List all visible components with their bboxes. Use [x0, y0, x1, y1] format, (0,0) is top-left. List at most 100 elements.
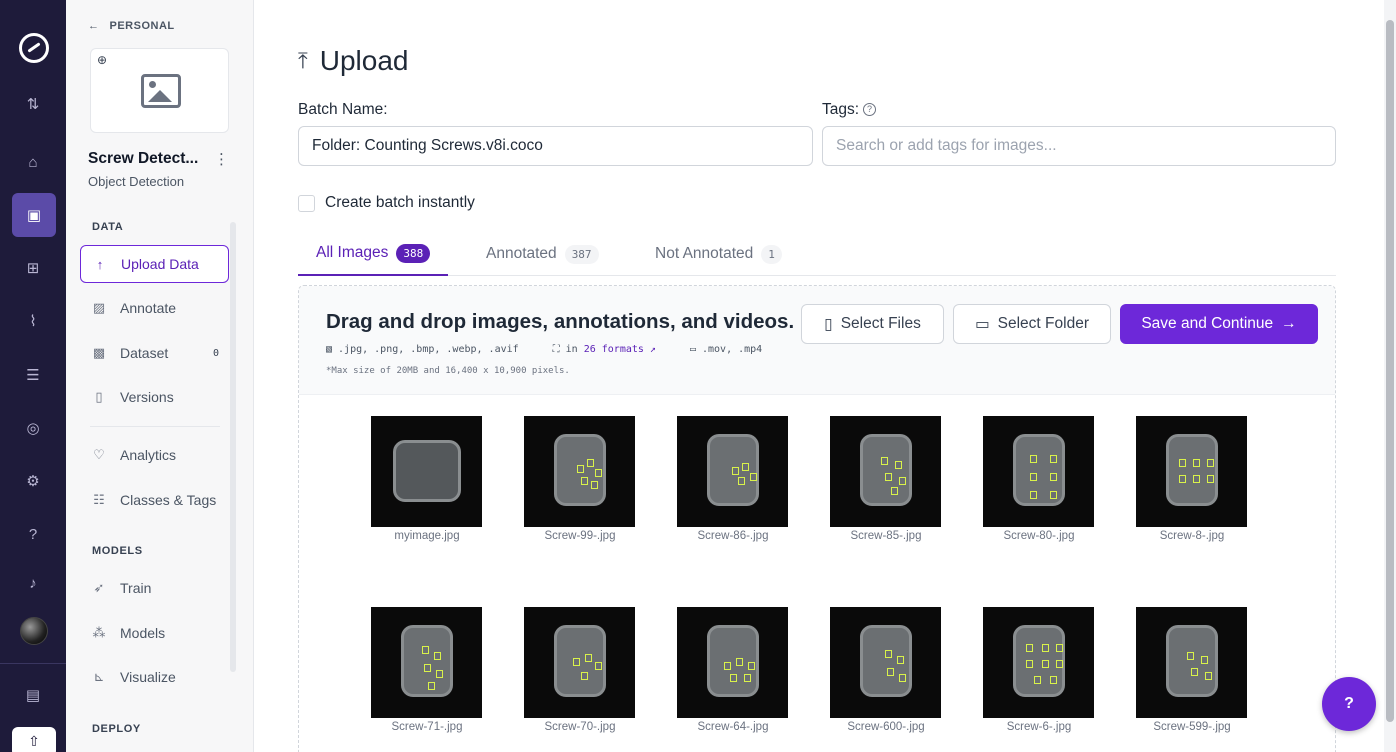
bounding-box-icon: ⛶ — [552, 344, 560, 355]
annotation-box — [1042, 660, 1049, 668]
drop-zone-title: Drag and drop images, annotations, and v… — [326, 310, 795, 333]
sidebar-item-annotate[interactable]: ▨ Annotate — [80, 289, 229, 327]
page-scrollbar-thumb[interactable] — [1386, 20, 1394, 722]
sidebar-item-analytics[interactable]: ♡ Analytics — [80, 436, 229, 474]
select-files-button[interactable]: ▯ Select Files — [801, 304, 944, 344]
home-icon[interactable]: ⌂ — [0, 142, 66, 182]
annotation-box — [595, 469, 602, 477]
batch-name-input[interactable]: Folder: Counting Screws.v8i.coco — [298, 126, 813, 166]
image-thumbnail[interactable] — [1136, 416, 1247, 527]
sidebar-item-dataset[interactable]: ▩ Dataset 0 — [80, 334, 229, 372]
tags-label: Tags: — [822, 101, 860, 118]
annotation-box — [1026, 660, 1033, 668]
roboflow-logo[interactable] — [19, 33, 49, 63]
tray-shape — [860, 434, 912, 506]
sidebar-item-versions[interactable]: ▯ Versions — [80, 378, 229, 416]
project-menu-icon[interactable]: ⋮ — [214, 150, 229, 168]
tab-not-annotated[interactable]: Not Annotated 1 — [637, 232, 800, 276]
tray-shape — [707, 434, 759, 506]
tags-input[interactable]: Search or add tags for images... — [822, 126, 1336, 166]
image-thumbnail[interactable] — [983, 607, 1094, 718]
image-thumbnail[interactable] — [1136, 607, 1247, 718]
external-link-icon[interactable]: ↗ — [650, 344, 656, 355]
supported-formats: ▧ .jpg, .png, .bmp, .webp, .avif ⛶ in 26… — [326, 344, 762, 355]
image-thumbnail[interactable] — [371, 607, 482, 718]
annotation-box — [1030, 491, 1037, 499]
annotation-box — [732, 467, 739, 475]
sidebar-item-train[interactable]: ➶ Train — [80, 569, 229, 607]
drop-zone[interactable]: Drag and drop images, annotations, and v… — [298, 285, 1336, 752]
avatar[interactable] — [20, 617, 48, 645]
image-thumbnail[interactable] — [830, 607, 941, 718]
annotation-box — [573, 658, 580, 666]
annotation-box — [750, 473, 757, 481]
annotation-box — [1056, 660, 1063, 668]
image-filename: Screw-599-.jpg — [1153, 721, 1231, 733]
image-thumbnail[interactable] — [524, 607, 635, 718]
analytics-icon[interactable]: ⌇ — [0, 301, 66, 341]
annotation-box — [1193, 459, 1200, 467]
create-batch-label: Create batch instantly — [325, 194, 475, 211]
models-icon: ⁂ — [92, 625, 106, 640]
help-icon[interactable]: ? — [863, 103, 877, 117]
checkbox-box[interactable] — [298, 194, 315, 212]
back-link[interactable]: ← PERSONAL — [88, 20, 175, 32]
dataset-icon: ▩ — [92, 345, 106, 360]
tab-count-badge: 1 — [761, 244, 782, 264]
annotation-box — [428, 682, 435, 690]
page-scrollbar[interactable] — [1384, 0, 1396, 752]
image-thumbnail[interactable] — [983, 416, 1094, 527]
tray-shape — [401, 625, 453, 697]
app-rail: ⇅ ⌂ ▣ ⊞ ⌇ ☰ ◎ ⚙ ? ♪ ▤ ⇧ — [0, 0, 66, 752]
formats-link[interactable]: 26 formats — [584, 344, 644, 355]
sidebar-item-upload-data[interactable]: ↑ Upload Data — [80, 245, 229, 283]
sidebar-item-label: Versions — [120, 389, 174, 405]
deployments-icon[interactable]: ☰ — [0, 355, 66, 395]
sidebar-item-label: Classes & Tags — [120, 492, 217, 508]
docs-icon[interactable]: ▤ — [0, 675, 66, 715]
sidebar-divider — [90, 426, 220, 427]
upload-shortcut-icon[interactable]: ⇧ — [12, 727, 56, 752]
sidebar-item-label: Analytics — [120, 447, 177, 463]
settings-icon[interactable]: ⚙ — [0, 461, 66, 501]
save-continue-button[interactable]: Save and Continue → — [1120, 304, 1318, 344]
switch-icon[interactable]: ⇅ — [0, 84, 66, 124]
select-files-label: Select Files — [840, 315, 921, 332]
image-placeholder-icon — [141, 74, 181, 108]
sidebar-item-visualize[interactable]: ⊾ Visualize — [80, 658, 229, 696]
help-chat-button[interactable]: ? — [1322, 677, 1376, 731]
annotation-box — [1050, 455, 1057, 463]
sidebar-item-label: Train — [120, 580, 152, 596]
tab-all-images[interactable]: All Images 388 — [298, 232, 449, 276]
sidebar-scrollbar[interactable] — [230, 222, 236, 672]
image-thumbnail[interactable] — [371, 416, 482, 527]
annotation-box — [895, 461, 902, 469]
tray-shape — [860, 625, 912, 697]
annotation-box — [1205, 672, 1212, 680]
annotation-box — [887, 668, 894, 676]
help-icon[interactable]: ? — [0, 514, 66, 554]
tab-annotated[interactable]: Annotated 387 — [468, 232, 617, 276]
annotation-box — [748, 662, 755, 670]
image-thumbnail[interactable] — [524, 416, 635, 527]
project-thumbnail[interactable]: ⊕ — [90, 48, 229, 133]
universe-icon[interactable]: ◎ — [0, 408, 66, 448]
tray-shape — [1166, 625, 1218, 697]
image-thumbnail[interactable] — [830, 416, 941, 527]
sidebar-item-models[interactable]: ⁂ Models — [80, 614, 229, 652]
annotation-box — [1030, 455, 1037, 463]
image-thumbnail[interactable] — [677, 416, 788, 527]
workflows-icon[interactable]: ⊞ — [0, 248, 66, 288]
create-batch-checkbox[interactable]: Create batch instantly — [298, 194, 475, 212]
upload-data-icon[interactable]: ▣ — [12, 193, 56, 237]
sidebar-item-classes-tags[interactable]: ☷ Classes & Tags — [80, 481, 229, 519]
image-thumbnail[interactable] — [677, 607, 788, 718]
annotation-box — [724, 662, 731, 670]
notifications-icon[interactable]: ♪ — [0, 563, 66, 603]
select-folder-button[interactable]: ▭ Select Folder — [953, 304, 1111, 344]
annotation-box — [897, 656, 904, 664]
back-label: PERSONAL — [109, 20, 175, 32]
drop-zone-header: Drag and drop images, annotations, and v… — [299, 286, 1335, 395]
tray-shape — [393, 440, 461, 502]
project-type: Object Detection — [88, 174, 185, 189]
